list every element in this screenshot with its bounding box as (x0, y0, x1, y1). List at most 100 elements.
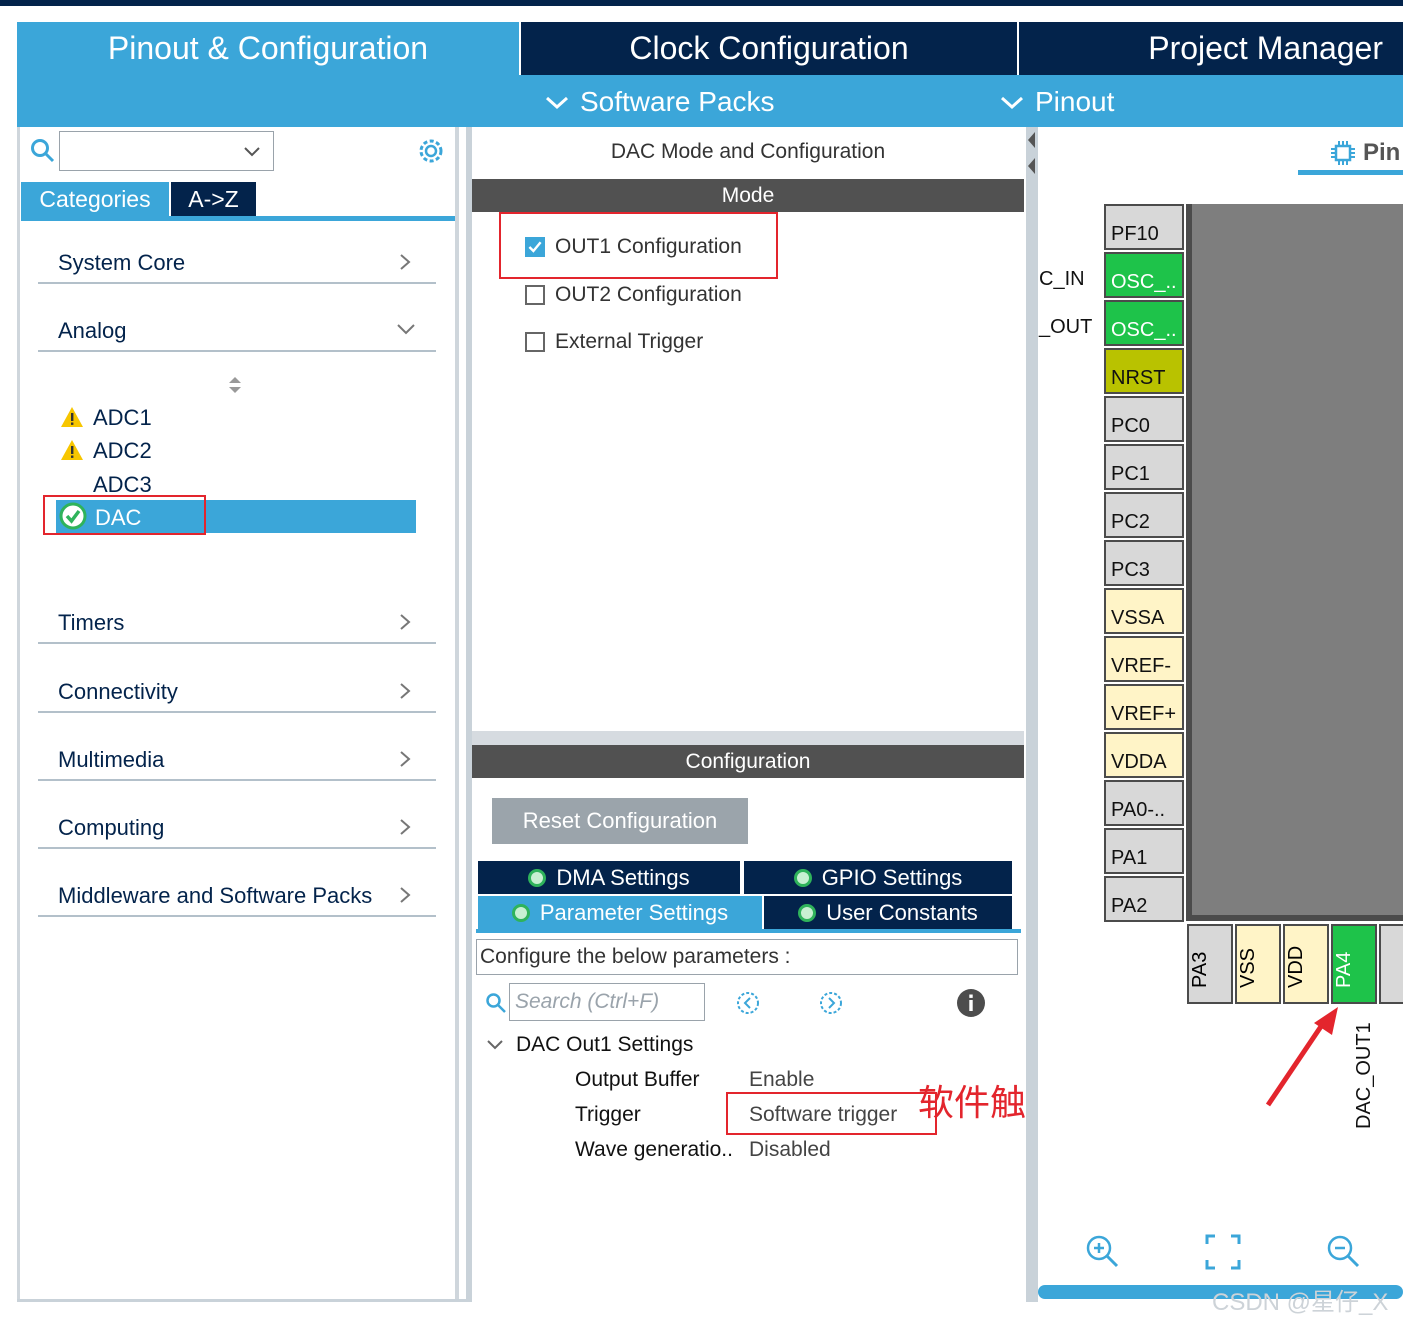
tab-label: Parameter Settings (539, 899, 729, 925)
view-tab-underline (1298, 170, 1403, 175)
configure-parameters-label: Configure the below parameters : (476, 939, 1018, 975)
tab-label: GPIO Settings (821, 864, 963, 890)
external-trigger-label: External Trigger (555, 330, 704, 353)
next-result-icon[interactable] (818, 990, 844, 1016)
analog-item-adc1[interactable]: ADC1 (93, 405, 152, 431)
signal-label-osc-in: C_IN (1039, 268, 1085, 290)
tab-label: DMA Settings (556, 864, 690, 890)
param-value-wave-generation[interactable]: Disabled (749, 1138, 831, 1162)
category-label: Computing (58, 815, 165, 840)
category-label: Connectivity (58, 679, 178, 704)
pinout-menu[interactable]: Pinout (999, 80, 1114, 124)
gear-icon[interactable] (416, 136, 446, 166)
pin-vss[interactable]: VSS (1235, 924, 1281, 1004)
pin-pa4[interactable]: PA4 (1331, 924, 1377, 1004)
configuration-header: Configuration (472, 745, 1024, 778)
group-dac-out1-settings[interactable]: DAC Out1 Settings (516, 1033, 693, 1057)
category-analog[interactable]: Analog (38, 316, 436, 352)
tab-parameter-settings[interactable]: Parameter Settings (478, 896, 762, 929)
panel-divider[interactable] (472, 731, 1024, 745)
chevron-right-icon (400, 683, 411, 699)
category-label: Multimedia (58, 747, 165, 772)
pin-pf10[interactable]: PF10 (1104, 204, 1184, 250)
pin-pc1[interactable]: PC1 (1104, 444, 1184, 490)
chevron-right-icon (400, 751, 411, 767)
category-multimedia[interactable]: Multimedia (38, 745, 436, 781)
fit-screen-icon[interactable] (1205, 1234, 1241, 1270)
annotation-box-dac (43, 495, 206, 535)
pin-vref-plus[interactable]: VREF+ (1104, 684, 1184, 730)
pin-vssa[interactable]: VSSA (1104, 588, 1184, 634)
pin-vdd[interactable]: VDD (1283, 924, 1329, 1004)
pin-pa3[interactable]: PA3 (1187, 924, 1233, 1004)
top-border (0, 0, 1403, 6)
pin-vdda[interactable]: VDDA (1104, 732, 1184, 778)
category-label: Analog (58, 318, 127, 343)
status-ok-icon (528, 868, 547, 887)
reset-configuration-button[interactable]: Reset Configuration (492, 798, 748, 844)
tab-project-manager[interactable]: Project Manager (1019, 22, 1403, 75)
out2-configuration-option[interactable]: OUT2 Configuration (525, 283, 742, 307)
tab-a-z[interactable]: A->Z (171, 182, 256, 217)
pin-label: PA3 (1189, 951, 1211, 988)
pin-pa2[interactable]: PA2 (1104, 876, 1184, 922)
zoom-out-icon[interactable] (1325, 1233, 1361, 1269)
pin-label: PA4 (1333, 951, 1355, 988)
software-packs-menu[interactable]: Software Packs (544, 80, 775, 124)
chevron-right-icon (400, 614, 411, 630)
pin-pa0[interactable]: PA0-.. (1104, 780, 1184, 826)
status-ok-icon (511, 903, 530, 922)
pin-pc2[interactable]: PC2 (1104, 492, 1184, 538)
pin-next-partial[interactable] (1379, 924, 1403, 1004)
info-icon[interactable] (956, 988, 986, 1018)
category-timers[interactable]: Timers (38, 608, 436, 644)
status-ok-icon (793, 868, 812, 887)
categories-panel (17, 127, 459, 1302)
tab-clock-configuration[interactable]: Clock Configuration (521, 22, 1017, 75)
mode-header: Mode (472, 179, 1024, 212)
mcu-chip-body (1186, 204, 1403, 921)
tab-label: User Constants (826, 899, 978, 925)
warning-icon (61, 440, 83, 460)
param-name-wave-generation: Wave generatio.. (575, 1138, 733, 1161)
pin-nrst[interactable]: NRST (1104, 348, 1184, 394)
pin-pc3[interactable]: PC3 (1104, 540, 1184, 586)
category-computing[interactable]: Computing (38, 813, 436, 849)
sort-icon[interactable] (227, 376, 243, 394)
zoom-in-icon[interactable] (1084, 1233, 1120, 1269)
pin-pc0[interactable]: PC0 (1104, 396, 1184, 442)
status-ok-icon (798, 903, 817, 922)
pin-label: VSS (1237, 947, 1259, 988)
collapse-arrows-icon[interactable] (1026, 130, 1036, 178)
signal-label-osc-out: _OUT (1039, 316, 1093, 338)
pin-osc-in[interactable]: OSC_.. (1104, 252, 1184, 298)
external-trigger-option[interactable]: External Trigger (525, 330, 703, 354)
param-value-output-buffer[interactable]: Enable (749, 1068, 814, 1092)
category-connectivity[interactable]: Connectivity (38, 677, 436, 713)
tab-gpio-settings[interactable]: GPIO Settings (744, 861, 1012, 894)
tab-user-constants[interactable]: User Constants (764, 896, 1012, 929)
out2-checkbox[interactable] (525, 285, 545, 305)
panel-splitter[interactable] (1026, 127, 1038, 1302)
category-search-input[interactable] (59, 131, 274, 171)
chevron-down-icon (397, 324, 415, 335)
pinout-view-tab[interactable]: Pin (1363, 139, 1400, 167)
category-middleware[interactable]: Middleware and Software Packs (38, 881, 436, 917)
chip-icon (1331, 141, 1355, 165)
tab-categories[interactable]: Categories (21, 182, 169, 217)
category-label: Timers (58, 610, 125, 635)
previous-result-icon[interactable] (735, 990, 761, 1016)
external-trigger-checkbox[interactable] (525, 332, 545, 352)
tab-dma-settings[interactable]: DMA Settings (478, 861, 740, 894)
chevron-right-icon (400, 887, 411, 903)
parameter-search-input[interactable]: Search (Ctrl+F) (509, 983, 705, 1021)
pin-osc-out[interactable]: OSC_.. (1104, 300, 1184, 346)
analog-item-adc2[interactable]: ADC2 (93, 438, 152, 464)
pa4-signal-label: DAC_OUT1 (1353, 1022, 1375, 1129)
category-label: System Core (58, 250, 186, 275)
pin-vref-minus[interactable]: VREF- (1104, 636, 1184, 682)
tab-pinout-configuration[interactable]: Pinout & Configuration (17, 22, 519, 75)
category-system-core[interactable]: System Core (38, 248, 436, 284)
pin-pa1[interactable]: PA1 (1104, 828, 1184, 874)
chevron-down-icon[interactable] (486, 1038, 504, 1052)
